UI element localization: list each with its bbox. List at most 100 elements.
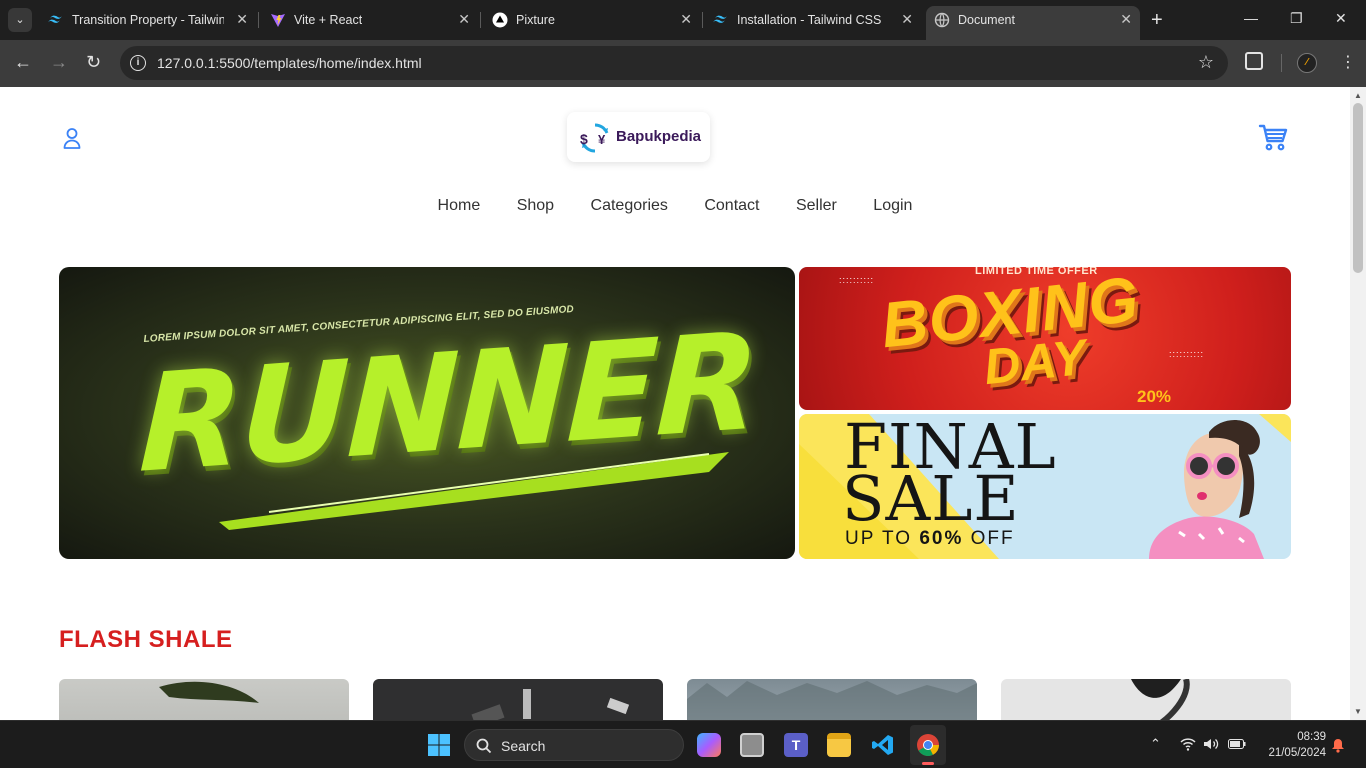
- tab-search-button[interactable]: ⌄: [8, 8, 32, 32]
- sale-line-2: SALE: [842, 462, 1020, 535]
- tab-title: Installation - Tailwind CSS: [737, 13, 882, 27]
- product-card[interactable]: [687, 679, 977, 720]
- wifi-icon[interactable]: [1180, 737, 1196, 751]
- cart-icon[interactable]: [1258, 122, 1288, 152]
- currency-exchange-icon: $ ¥: [580, 123, 609, 153]
- chrome-taskbar-active[interactable]: [910, 725, 946, 765]
- extensions-icon[interactable]: [1245, 52, 1263, 70]
- tab-separator: [480, 12, 481, 28]
- notification-bell-icon[interactable]: [1331, 738, 1345, 753]
- close-icon[interactable]: ✕: [680, 11, 692, 28]
- tab-separator: [702, 12, 703, 28]
- nav-login[interactable]: Login: [873, 197, 912, 215]
- back-button[interactable]: ←: [14, 52, 32, 73]
- copilot-icon[interactable]: [697, 733, 721, 757]
- task-view-icon[interactable]: [740, 733, 764, 757]
- close-icon[interactable]: ✕: [458, 11, 470, 28]
- battery-icon[interactable]: [1228, 739, 1246, 749]
- product-card[interactable]: [1001, 679, 1291, 720]
- close-icon[interactable]: ✕: [901, 11, 913, 28]
- brand-name: Bapukpedia: [616, 128, 702, 145]
- tab-separator: [258, 12, 259, 28]
- search-icon: [476, 738, 492, 754]
- forward-button[interactable]: →: [50, 52, 68, 73]
- minimize-button[interactable]: —: [1244, 10, 1258, 26]
- windows-taskbar: Search T ⌃ 08:39 21/05/2024: [0, 720, 1366, 768]
- tailwind-icon: [713, 15, 727, 23]
- windows-start-icon[interactable]: [427, 733, 451, 757]
- hero-banner-runner[interactable]: LOREM IPSUM DOLOR SIT AMET, CONSECTETUR …: [59, 267, 795, 559]
- close-icon[interactable]: ✕: [236, 11, 248, 28]
- taskbar-search[interactable]: Search: [464, 729, 684, 761]
- page-scrollbar[interactable]: ▲ ▼: [1350, 87, 1366, 720]
- scroll-down-arrow-icon[interactable]: ▼: [1354, 707, 1362, 716]
- svg-text:$: $: [580, 131, 588, 147]
- search-label: Search: [501, 738, 546, 754]
- nav-contact[interactable]: Contact: [704, 197, 759, 215]
- address-bar[interactable]: i 127.0.0.1:5500/templates/home/index.ht…: [120, 46, 1228, 80]
- profile-avatar[interactable]: ⁄: [1297, 53, 1317, 73]
- close-icon[interactable]: ✕: [1120, 11, 1132, 28]
- teams-icon[interactable]: T: [784, 733, 808, 757]
- address-toolbar: ← → ↻ i 127.0.0.1:5500/templates/home/in…: [0, 40, 1366, 87]
- banner-subheadline: DAY: [981, 328, 1089, 396]
- decor-dots: ::::::::::: [839, 275, 875, 285]
- page-viewport: $ ¥ Bapukpedia Home Shop Categories Cont…: [0, 87, 1350, 720]
- product-card[interactable]: [59, 679, 349, 720]
- browser-tab-bar: ⌄ Transition Property - Tailwind ✕ Vite …: [0, 0, 1366, 40]
- clock-date: 21/05/2024: [1268, 747, 1326, 759]
- pixture-icon: [492, 12, 508, 28]
- sale-percent: 60%: [919, 528, 964, 549]
- file-explorer-icon[interactable]: [827, 733, 851, 757]
- tailwind-icon: [48, 15, 62, 23]
- site-logo[interactable]: $ ¥ Bapukpedia: [567, 112, 710, 162]
- tab-title: Vite + React: [294, 13, 363, 27]
- system-clock[interactable]: 08:39 21/05/2024: [1262, 729, 1326, 761]
- product-image: [159, 681, 259, 703]
- url-text[interactable]: 127.0.0.1:5500/templates/home/index.html: [157, 55, 422, 71]
- tab-title: Document: [958, 13, 1015, 27]
- svg-text:¥: ¥: [598, 132, 606, 147]
- product-image: [1131, 679, 1190, 720]
- clock-time: 08:39: [1297, 731, 1326, 743]
- tab-title: Pixture: [516, 13, 555, 27]
- toolbar-separator: [1281, 54, 1282, 72]
- tab-transition-property[interactable]: Transition Property - Tailwind ✕: [40, 6, 256, 34]
- banner-boxing-day[interactable]: :::::::::: :::::::::: LIMITED TIME OFFER…: [799, 267, 1291, 410]
- banner-percent: 20%: [1137, 387, 1172, 406]
- tab-pixture[interactable]: Pixture ✕: [484, 6, 700, 34]
- nav-home[interactable]: Home: [438, 197, 481, 215]
- product-image: [687, 681, 977, 720]
- product-card[interactable]: [373, 679, 663, 720]
- menu-kebab-icon[interactable]: ⋮: [1340, 52, 1356, 72]
- nav-shop[interactable]: Shop: [517, 197, 554, 215]
- bookmark-star-icon[interactable]: ☆: [1198, 52, 1214, 73]
- scrollbar-thumb[interactable]: [1353, 103, 1363, 273]
- model-photo: [1149, 420, 1264, 559]
- swoosh-graphic: [219, 452, 729, 530]
- new-tab-button[interactable]: +: [1151, 8, 1163, 32]
- vite-icon: [271, 14, 285, 27]
- sale-suffix: OFF: [963, 528, 1015, 549]
- restore-button[interactable]: ❐: [1290, 10, 1303, 27]
- scroll-up-arrow-icon[interactable]: ▲: [1354, 91, 1362, 100]
- banner-final-sale[interactable]: FINAL SALE UP TO 60% OFF: [799, 414, 1291, 559]
- site-info-icon[interactable]: i: [130, 55, 146, 71]
- vscode-icon[interactable]: [871, 733, 895, 757]
- volume-icon[interactable]: [1203, 737, 1219, 751]
- globe-icon: [934, 12, 950, 28]
- tab-document[interactable]: Document ✕: [926, 6, 1140, 40]
- nav-categories[interactable]: Categories: [591, 197, 668, 215]
- close-window-button[interactable]: ✕: [1335, 10, 1347, 27]
- tab-installation-tailwind[interactable]: Installation - Tailwind CSS ✕: [705, 6, 921, 34]
- user-icon[interactable]: [62, 127, 82, 149]
- tray-chevron-icon[interactable]: ⌃: [1150, 736, 1161, 752]
- decor-dots: ::::::::::: [1169, 349, 1205, 359]
- reload-button[interactable]: ↻: [86, 52, 101, 73]
- tab-vite-react[interactable]: Vite + React ✕: [262, 6, 478, 34]
- tab-title: Transition Property - Tailwind: [72, 13, 224, 27]
- main-nav: Home Shop Categories Contact Seller Logi…: [0, 197, 1350, 215]
- active-indicator: [922, 762, 934, 765]
- sale-prefix: UP TO: [845, 528, 920, 549]
- nav-seller[interactable]: Seller: [796, 197, 837, 215]
